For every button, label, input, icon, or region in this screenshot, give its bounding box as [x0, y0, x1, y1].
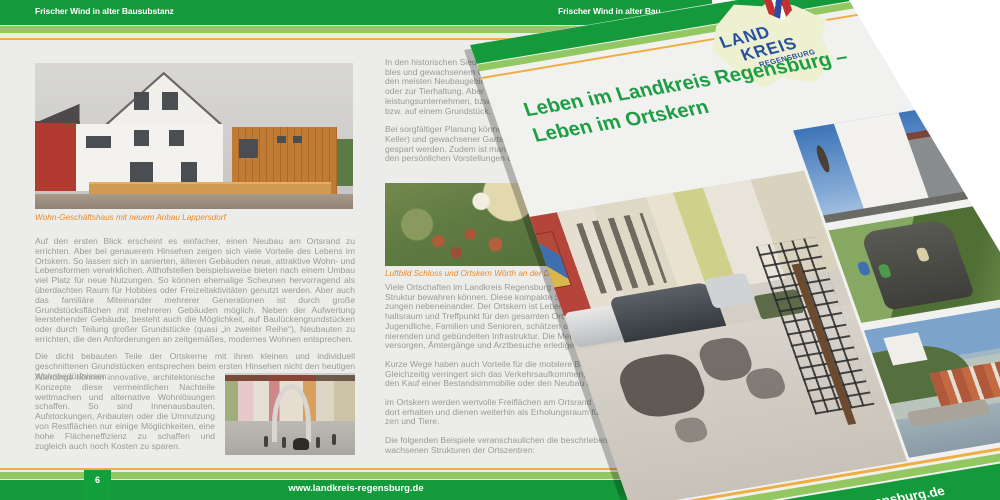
carved-bench	[860, 218, 976, 310]
trees	[337, 139, 353, 186]
header-title-right: Frischer Wind in alter Bau	[558, 6, 661, 16]
footer-url: www.landkreis-regensburg.de	[0, 483, 712, 494]
photo-town-street	[225, 373, 355, 455]
cover-photo-gabled-house	[793, 104, 984, 223]
person	[857, 261, 872, 276]
header-title-left: Frischer Wind in alter Bausubstanz	[35, 6, 174, 16]
left-page-paragraph-2: Allerdings können innovative, architekto…	[35, 373, 355, 459]
photo-construction-site	[35, 63, 353, 209]
red-building-roof	[35, 104, 80, 123]
construction-ground	[35, 194, 353, 209]
red-building	[35, 121, 80, 191]
left-page-paragraph-1: Auf den ersten Blick erscheint es einfac…	[35, 237, 355, 345]
horse-statue	[293, 438, 309, 450]
photo-caption-left: Wohn-Geschäftshaus mit neuem Anbau Lappe…	[35, 213, 226, 222]
photo-caption-right: Luftbild Schloss und Ortskern Wörth an d…	[385, 269, 568, 278]
cover-photo-viewpoint-bench	[829, 204, 1000, 323]
brochure-screenshot: Frischer Wind in alter Bausubstanz Frisc…	[0, 0, 1000, 500]
